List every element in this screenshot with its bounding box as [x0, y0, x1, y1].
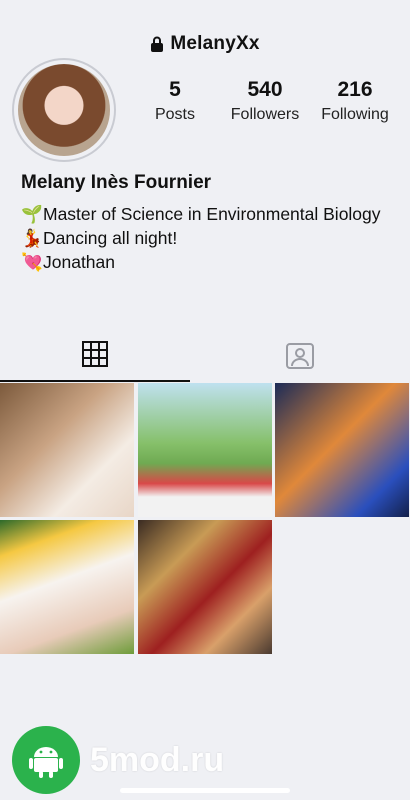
bio-text: Master of Science in Environmental Biolo…	[43, 204, 381, 224]
lock-icon	[151, 36, 164, 52]
bio-line: 💃Dancing all night!	[21, 226, 401, 250]
stat-label: Following	[321, 106, 389, 123]
profile-bio: 🌱Master of Science in Environmental Biol…	[21, 202, 401, 274]
stat-posts[interactable]: 5 Posts	[130, 78, 220, 124]
avatar[interactable]	[12, 58, 116, 162]
profile-name: Melany Inès Fournier	[21, 172, 212, 193]
profile-stats: 5 Posts 540 Followers 216 Following	[130, 78, 400, 124]
bio-line: 💘Jonathan	[21, 250, 401, 274]
post-thumbnail[interactable]	[0, 520, 134, 654]
watermark: 5mod.ru	[12, 726, 224, 794]
stat-following[interactable]: 216 Following	[310, 78, 400, 124]
bio-text: Dancing all night!	[43, 228, 178, 248]
tagged-person-icon	[286, 343, 314, 369]
tab-tagged[interactable]	[205, 328, 395, 382]
stat-label: Posts	[154, 106, 195, 123]
home-indicator[interactable]	[120, 788, 290, 793]
grid-icon	[82, 341, 108, 367]
stat-value: 540	[247, 78, 283, 101]
post-thumbnail[interactable]	[138, 520, 272, 654]
stat-followers[interactable]: 540 Followers	[220, 78, 310, 124]
tab-posts-grid[interactable]	[0, 328, 190, 382]
android-icon	[12, 726, 80, 794]
stat-label: Followers	[230, 106, 300, 123]
stat-value: 5	[169, 78, 181, 101]
bio-line: 🌱Master of Science in Environmental Biol…	[21, 202, 401, 226]
stat-value: 216	[337, 78, 373, 101]
post-thumbnail[interactable]	[275, 383, 409, 517]
heart-arrow-icon: 💘	[21, 252, 43, 272]
post-thumbnail[interactable]	[0, 383, 134, 517]
avatar-image	[18, 64, 110, 156]
username[interactable]: MelanyXx	[170, 33, 259, 55]
profile-tabs	[0, 328, 410, 382]
post-thumbnail[interactable]	[138, 383, 272, 517]
watermark-text: 5mod.ru	[90, 740, 225, 779]
seedling-icon: 🌱	[21, 204, 43, 224]
dancer-icon: 💃	[21, 228, 43, 248]
profile-header: MelanyXx	[0, 30, 410, 58]
bio-text: Jonathan	[43, 252, 116, 272]
